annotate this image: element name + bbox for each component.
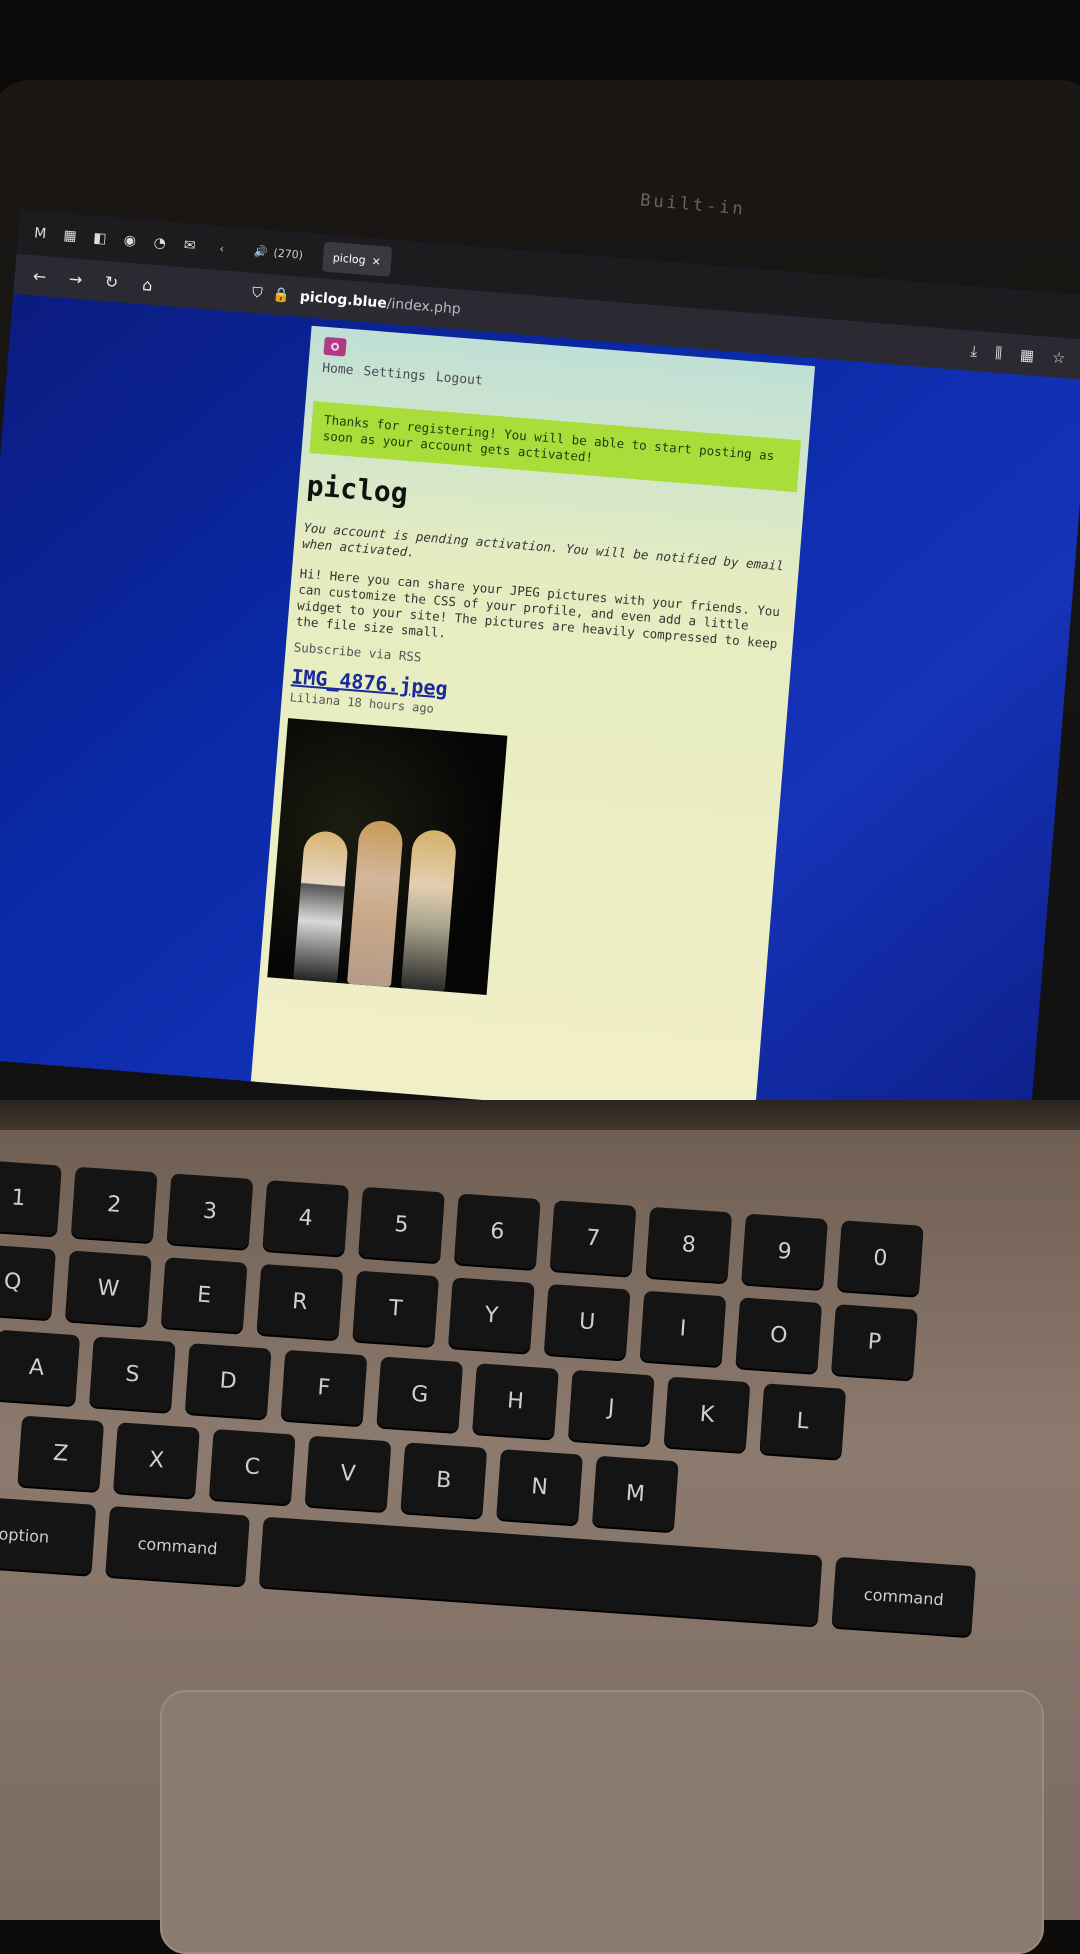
key-0[interactable]: 0 — [837, 1220, 924, 1296]
gmail-icon[interactable]: M — [29, 223, 51, 245]
nav-settings[interactable]: Settings — [363, 364, 427, 384]
key-1[interactable]: 1 — [0, 1160, 62, 1236]
back-button[interactable]: ← — [28, 265, 51, 286]
star-icon[interactable]: ☆ — [1051, 348, 1066, 367]
photo-person — [347, 819, 405, 988]
key-p[interactable]: P — [831, 1304, 918, 1380]
key-v[interactable]: V — [304, 1435, 392, 1512]
photo-person — [293, 829, 350, 983]
key-h[interactable]: H — [472, 1363, 559, 1439]
key-command-left[interactable]: command — [105, 1505, 250, 1586]
post-photo[interactable] — [267, 718, 508, 995]
tab-label: (270) — [272, 245, 304, 262]
key-x[interactable]: X — [113, 1422, 200, 1498]
laptop-screen: M ▦ ◧ ◉ ◔ ✉ ‹ 🔊 (270) piclog × ← → ↻ ⌂ ⛉ 🔒… — [0, 210, 1080, 1144]
url-path: /index.php — [386, 295, 462, 318]
key-command-right[interactable]: command — [831, 1556, 977, 1637]
key-w[interactable]: W — [65, 1250, 152, 1327]
key-q[interactable]: Q — [0, 1243, 56, 1320]
site-nav: Home Settings Logout — [322, 361, 799, 414]
home-button[interactable]: ⌂ — [136, 274, 159, 295]
key-u[interactable]: U — [543, 1283, 631, 1360]
key-4[interactable]: 4 — [262, 1180, 350, 1256]
nav-logout[interactable]: Logout — [435, 370, 483, 389]
close-icon[interactable]: × — [371, 254, 381, 268]
tab-back[interactable]: ‹ — [208, 232, 235, 264]
key-g[interactable]: G — [376, 1356, 464, 1433]
outlook-icon[interactable]: ◧ — [89, 228, 111, 250]
key-5[interactable]: 5 — [358, 1186, 445, 1263]
mail-icon[interactable]: ✉ — [179, 235, 201, 257]
back-arrow-icon: ‹ — [219, 241, 225, 255]
key-r[interactable]: R — [256, 1263, 344, 1340]
lock-icon: 🔒 — [271, 286, 291, 304]
key-z[interactable]: Z — [17, 1415, 105, 1492]
key-e[interactable]: E — [160, 1257, 248, 1333]
toolbar-icons: ⤓ ⫼ ▦ ☆ — [970, 342, 1066, 368]
tab-label: piclog — [332, 250, 367, 267]
reload-button[interactable]: ↻ — [100, 271, 123, 292]
audio-icon: 🔊 — [253, 244, 269, 259]
key-option[interactable]: option — [0, 1495, 97, 1575]
teams-icon[interactable]: ▦ — [59, 225, 81, 247]
key-k[interactable]: K — [663, 1376, 751, 1453]
download-icon[interactable]: ⤓ — [970, 342, 978, 360]
keyboard: 1 2 3 4 5 6 7 8 9 0 Q W E R T Y U I O P … — [0, 1160, 1080, 1658]
key-i[interactable]: I — [639, 1290, 727, 1367]
key-s[interactable]: S — [89, 1336, 176, 1412]
forward-button[interactable]: → — [64, 268, 87, 289]
browser-icon[interactable]: ◉ — [119, 230, 141, 252]
key-n[interactable]: N — [496, 1449, 583, 1525]
key-y[interactable]: Y — [448, 1277, 535, 1353]
camera-logo-icon[interactable] — [323, 336, 347, 357]
key-c[interactable]: C — [208, 1428, 296, 1505]
shield-icon: ⛉ — [251, 284, 264, 302]
key-j[interactable]: J — [567, 1369, 655, 1446]
github-icon[interactable]: ◔ — [149, 233, 171, 255]
key-o[interactable]: O — [735, 1297, 823, 1373]
url-host: piclog.blue — [299, 288, 388, 312]
piclog-page: Home Settings Logout Thanks for register… — [250, 325, 816, 1124]
key-l[interactable]: L — [759, 1383, 847, 1459]
key-t[interactable]: T — [352, 1270, 440, 1347]
extensions-icon[interactable]: ▦ — [1019, 346, 1035, 365]
key-d[interactable]: D — [184, 1343, 272, 1419]
key-9[interactable]: 9 — [741, 1213, 828, 1290]
key-3[interactable]: 3 — [166, 1173, 254, 1249]
tab-piclog[interactable]: piclog × — [321, 241, 393, 277]
key-m[interactable]: M — [591, 1455, 679, 1532]
tab-youtube[interactable]: 🔊 (270) — [243, 235, 314, 270]
photo-person — [400, 828, 458, 992]
key-7[interactable]: 7 — [549, 1200, 637, 1276]
url-field[interactable]: ⛉ 🔒 piclog.blue/index.php — [251, 285, 461, 318]
key-2[interactable]: 2 — [70, 1166, 158, 1243]
nav-home[interactable]: Home — [322, 361, 354, 378]
key-6[interactable]: 6 — [453, 1193, 541, 1270]
key-a[interactable]: A — [0, 1329, 81, 1406]
library-icon[interactable]: ⫼ — [994, 344, 1002, 362]
key-f[interactable]: F — [280, 1349, 368, 1426]
key-b[interactable]: B — [400, 1442, 488, 1518]
trackpad[interactable] — [160, 1690, 1044, 1954]
key-8[interactable]: 8 — [645, 1206, 733, 1283]
